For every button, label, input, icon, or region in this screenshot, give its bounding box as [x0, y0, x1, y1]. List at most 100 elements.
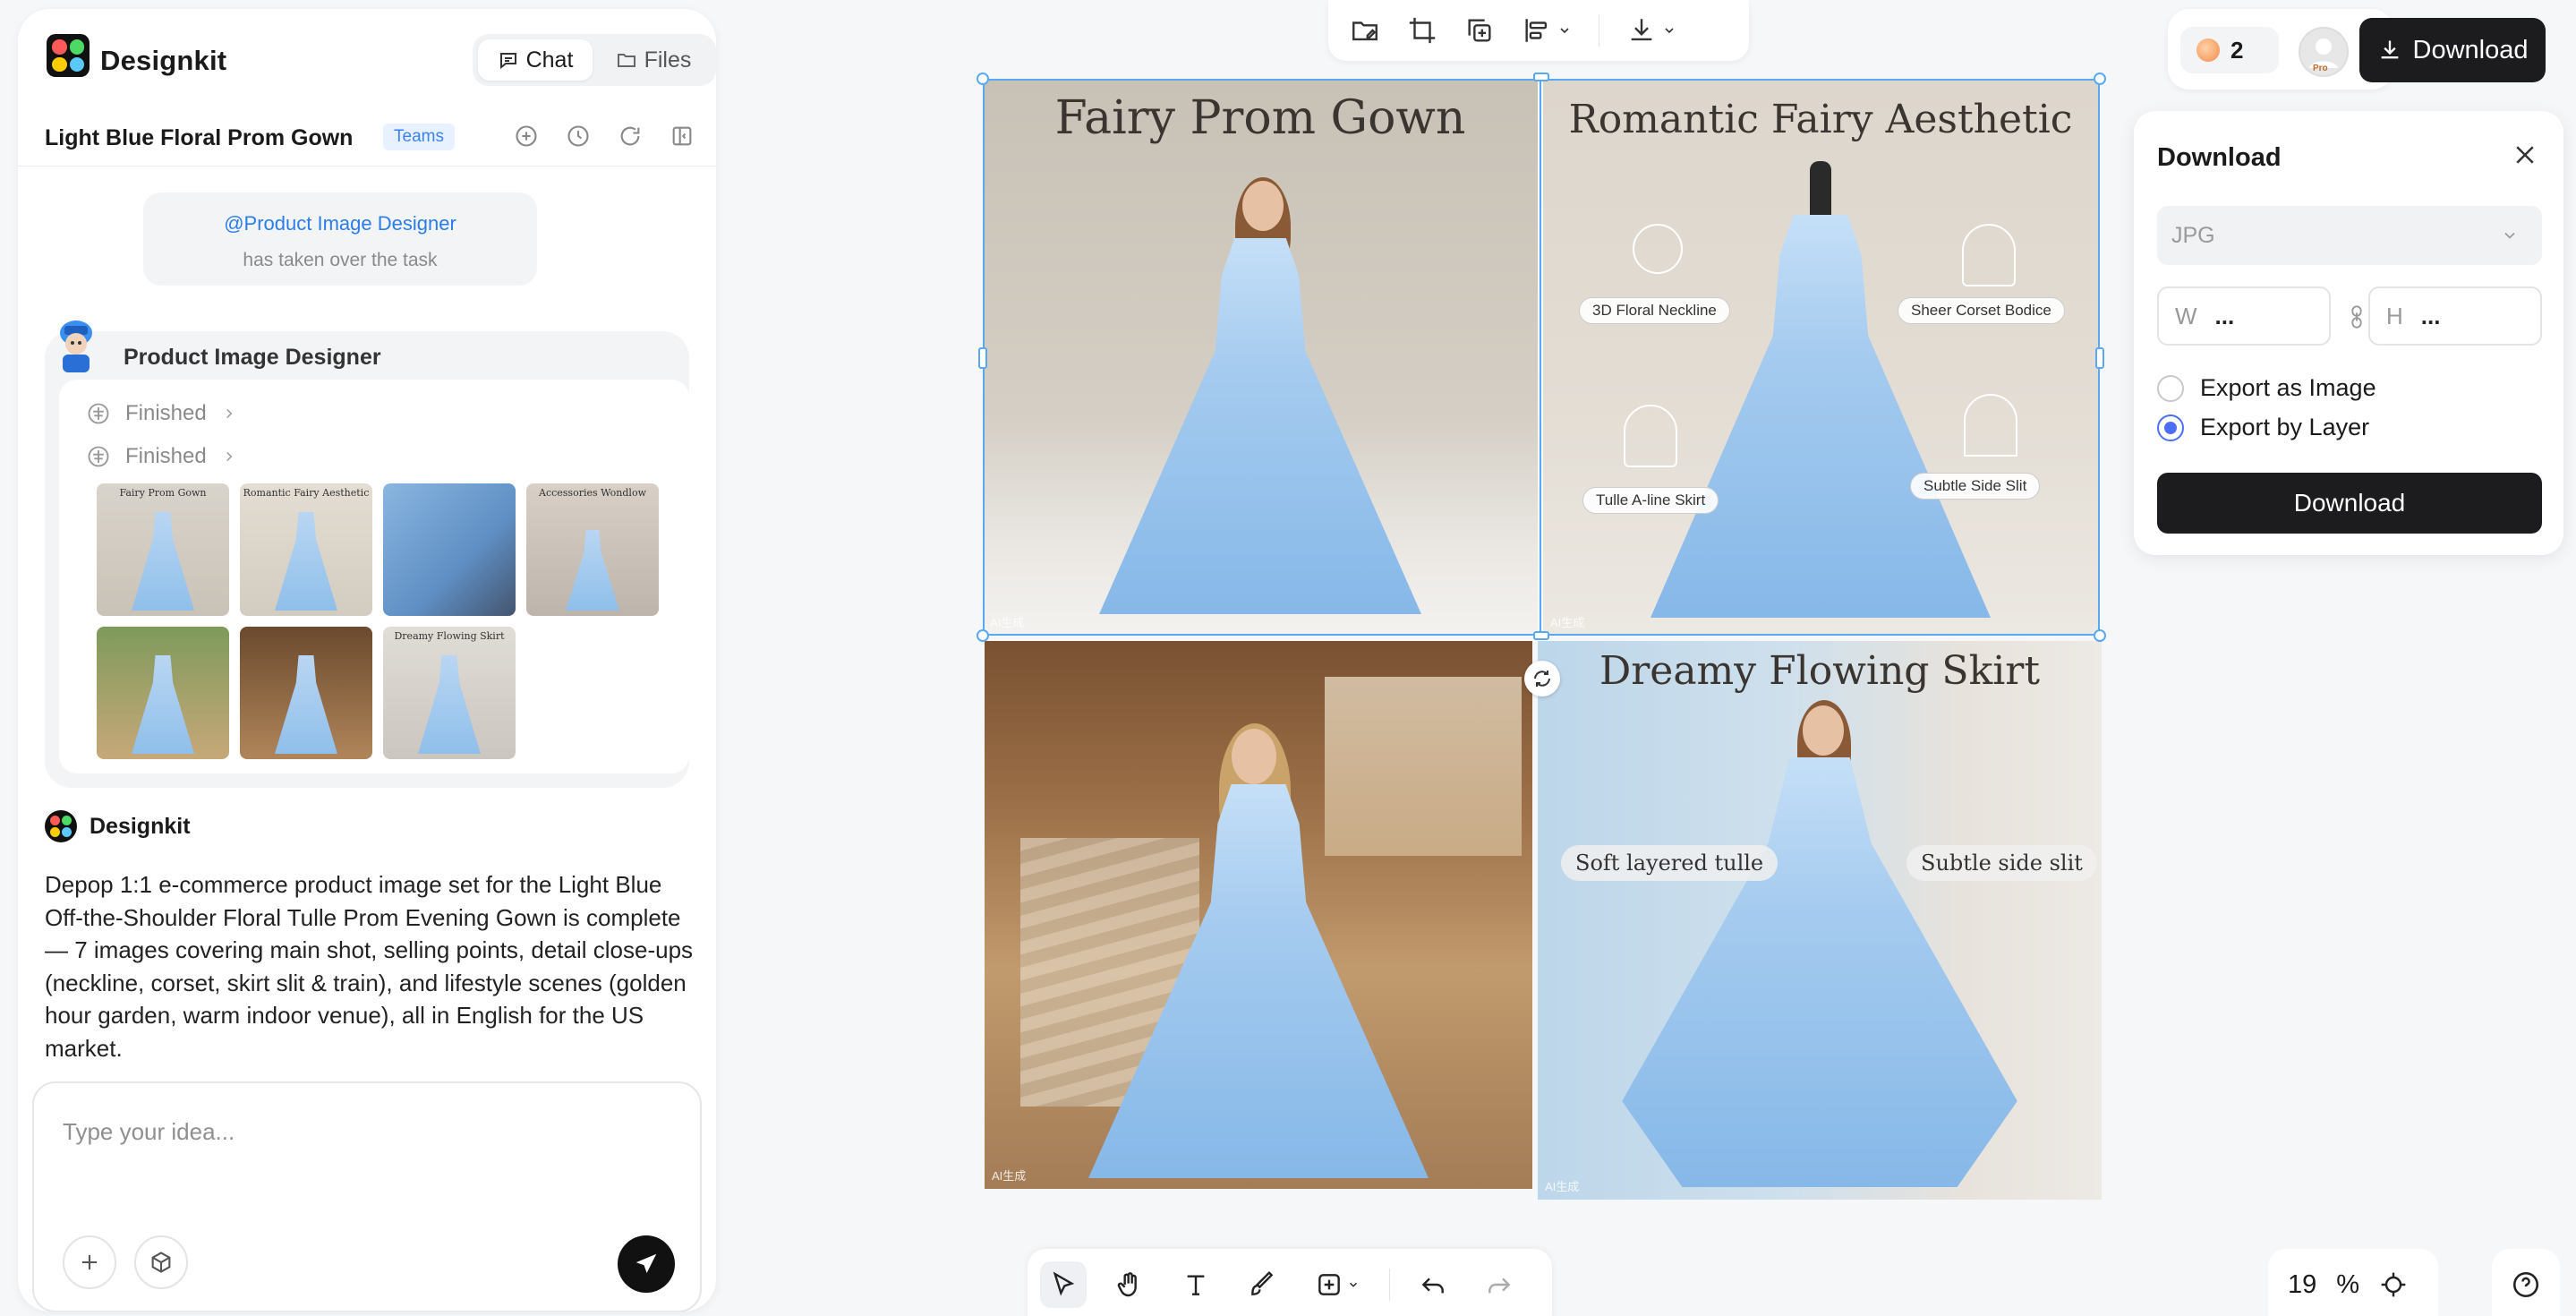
- collapse-panel-button[interactable]: [668, 122, 696, 150]
- align-left-icon: [1525, 19, 1548, 42]
- undo-button[interactable]: [1410, 1261, 1456, 1308]
- align-dropdown[interactable]: [1522, 15, 1572, 46]
- thumbnail[interactable]: [383, 483, 516, 616]
- fit-view-button[interactable]: [2379, 1270, 2408, 1299]
- plus-circle-icon: [516, 125, 537, 147]
- resize-handle[interactable]: [978, 347, 987, 369]
- dress-figure: [1099, 238, 1421, 614]
- dress-figure: [1622, 757, 2017, 1187]
- thumbnail[interactable]: Romantic Fairy Aesthetic: [240, 483, 372, 616]
- resize-handle[interactable]: [977, 73, 989, 85]
- agent-mention[interactable]: @Product Image Designer: [143, 212, 537, 235]
- rotate-button[interactable]: [1524, 661, 1560, 696]
- image-title: Romantic Fairy Aesthetic: [1568, 97, 2073, 142]
- radio-button[interactable]: [2157, 414, 2184, 441]
- aspect-lock-button[interactable]: [2349, 304, 2365, 334]
- width-field[interactable]: W ...: [2157, 286, 2331, 346]
- chevron-down-icon: [1665, 28, 1674, 34]
- resize-handle[interactable]: [1533, 631, 1549, 640]
- download-icon: [1631, 19, 1652, 41]
- send-button[interactable]: [618, 1235, 675, 1293]
- thumbnail[interactable]: Dreamy Flowing Skirt: [383, 627, 516, 759]
- prompt-input[interactable]: [63, 1105, 671, 1158]
- canvas-image[interactable]: Fairy Prom Gown AI生成: [983, 81, 1538, 636]
- crop-icon: [1409, 17, 1436, 44]
- image-title: Fairy Prom Gown: [1054, 91, 1466, 145]
- ai-tag: AI生成: [1545, 1180, 1580, 1193]
- project-bar: Light Blue Floral Prom Gown Teams: [18, 107, 716, 167]
- thumbnail[interactable]: Accessories Wondlow: [526, 483, 659, 616]
- new-chat-button[interactable]: [512, 122, 541, 150]
- insert-dropdown[interactable]: [1305, 1261, 1369, 1308]
- thumbnail-title: Fairy Prom Gown: [119, 487, 207, 499]
- select-tool[interactable]: [1040, 1261, 1087, 1308]
- resize-handle[interactable]: [2094, 629, 2106, 642]
- redo-icon: [1488, 1278, 1511, 1294]
- model-button[interactable]: [134, 1235, 188, 1289]
- clock-icon: [567, 125, 589, 147]
- zoom-value[interactable]: 19: [2288, 1270, 2316, 1300]
- export-by-layer-option[interactable]: Export by Layer: [2157, 414, 2369, 441]
- duplicate-button[interactable]: [1464, 15, 1495, 46]
- height-label: H: [2386, 302, 2403, 329]
- chevron-right-icon: [226, 451, 233, 462]
- export-as-image-option[interactable]: Export as Image: [2157, 374, 2376, 402]
- credits-button[interactable]: 2: [2180, 27, 2279, 73]
- canvas-image[interactable]: Romantic Fairy Aesthetic 3D Floral Neckl…: [1543, 81, 2098, 636]
- download-panel: Download JPG W ... H ... Export as Image…: [2134, 111, 2563, 555]
- plus-square-icon: [1318, 1274, 1340, 1295]
- height-field[interactable]: H ...: [2368, 286, 2542, 346]
- panel-header: Designkit Chat Files: [18, 9, 716, 98]
- view-switcher: Chat Files: [473, 34, 716, 86]
- smart-edit-button[interactable]: [1350, 15, 1380, 46]
- download-panel-title: Download: [2157, 143, 2282, 172]
- canvas-image[interactable]: Dreamy Flowing Skirt Soft layered tulle …: [1538, 641, 2102, 1200]
- robot-avatar-icon: [60, 320, 92, 372]
- hand-tool[interactable]: [1106, 1261, 1153, 1308]
- crosshair-icon: [2381, 1272, 2406, 1297]
- ai-status-icon: [88, 446, 109, 467]
- credits-count: 2: [2231, 36, 2244, 64]
- redo-button[interactable]: [1476, 1261, 1523, 1308]
- help-icon: [2512, 1271, 2539, 1298]
- step-item[interactable]: Finished: [86, 396, 237, 432]
- rotate-icon: [1534, 671, 1550, 687]
- attach-button[interactable]: [63, 1235, 116, 1289]
- undo-icon: [1421, 1278, 1444, 1294]
- resize-handle[interactable]: [1533, 73, 1549, 81]
- thumbnail[interactable]: [240, 627, 372, 759]
- help-button[interactable]: [2492, 1249, 2560, 1316]
- tab-chat-label: Chat: [525, 47, 574, 73]
- tab-files[interactable]: Files: [596, 39, 711, 81]
- app-name: Designkit: [100, 45, 227, 76]
- takeover-text: has taken over the task: [243, 250, 438, 270]
- resize-handle[interactable]: [2094, 73, 2106, 85]
- radio-button[interactable]: [2157, 374, 2184, 402]
- chat-icon: [499, 53, 516, 70]
- user-avatar[interactable]: Pro: [2299, 27, 2349, 77]
- canvas-image[interactable]: AI生成: [985, 641, 1532, 1189]
- thumbnail[interactable]: [97, 627, 229, 759]
- resize-handle[interactable]: [977, 629, 989, 642]
- resize-handle[interactable]: [2095, 347, 2104, 369]
- tab-chat[interactable]: Chat: [478, 39, 593, 81]
- height-value: ...: [2420, 302, 2441, 329]
- format-select[interactable]: JPG: [2157, 206, 2542, 265]
- brush-tool[interactable]: [1239, 1261, 1285, 1308]
- export-dropdown[interactable]: [1626, 15, 1676, 46]
- download-button[interactable]: Download: [2359, 18, 2546, 82]
- download-button-label: Download: [2412, 35, 2529, 64]
- cube-icon: [151, 1252, 171, 1273]
- refresh-button[interactable]: [616, 122, 644, 150]
- history-button[interactable]: [564, 122, 593, 150]
- canvas-bottom-toolbar: [1028, 1249, 1552, 1316]
- confirm-download-button[interactable]: Download: [2157, 473, 2542, 534]
- sidebar-icon: [672, 126, 692, 146]
- step-item[interactable]: Finished: [86, 439, 237, 474]
- close-button[interactable]: [2512, 141, 2538, 173]
- thumbnail[interactable]: Fairy Prom Gown: [97, 483, 229, 616]
- canvas-top-toolbar: [1328, 0, 1749, 61]
- text-tool[interactable]: [1173, 1261, 1219, 1308]
- crop-button[interactable]: [1407, 15, 1437, 46]
- chevron-down-icon: [1560, 28, 1569, 34]
